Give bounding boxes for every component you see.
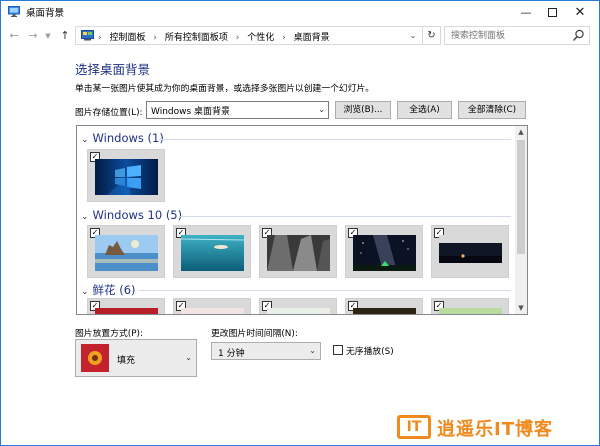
change-interval-value: 1 分钟: [218, 349, 245, 359]
back-button[interactable]: ←: [7, 28, 21, 44]
thumbnail-pink-flower[interactable]: ✓: [173, 298, 251, 314]
thumbnail-milky-way-tent[interactable]: ✓: [345, 225, 423, 278]
red-tulip-image: [353, 308, 416, 314]
collapse-chevron-icon: ⌄: [81, 135, 89, 145]
scroll-down-icon[interactable]: ▼: [515, 302, 527, 314]
breadcrumb-path: › 控制面板 › 所有控制面板项 › 个性化 › 桌面背景: [98, 30, 330, 43]
breadcrumb-separator-icon[interactable]: ›: [282, 33, 286, 43]
change-interval-label: 更改图片时间间隔(N):: [211, 329, 298, 339]
search-icon[interactable]: [572, 29, 585, 42]
gallery-scrollbar[interactable]: ▲ ▼: [515, 126, 527, 314]
close-button[interactable]: ✕: [565, 1, 595, 23]
address-bar: ← → ▼ ↑ › 控制面板 › 所有控制面板项 › 个性化 › 桌面背景 ⌄ …: [1, 23, 599, 49]
breadcrumb-item-personalization[interactable]: 个性化: [247, 33, 274, 43]
picture-location-value: Windows 桌面背景: [151, 107, 231, 117]
page-description: 单击某一张图片使其成为你的桌面背景，或选择多张图片以创建一个幻灯片。: [75, 84, 375, 94]
thumbnail-night-horizon[interactable]: ✓: [431, 225, 509, 278]
thumbnail-beach-rocks[interactable]: ✓: [87, 225, 165, 278]
thumbnail-green-flower[interactable]: ✓: [431, 298, 509, 314]
forward-button[interactable]: →: [26, 28, 40, 44]
control-panel-icon: [81, 30, 94, 41]
maximize-button[interactable]: [537, 1, 567, 23]
thumbnail-underwater-swimmer[interactable]: ✓: [173, 225, 251, 278]
picture-location-label: 图片存储位置(L):: [75, 108, 143, 118]
breadcrumb-item-control-panel[interactable]: 控制面板: [109, 33, 145, 43]
watermark-text: 逍遥乐IT博客: [437, 419, 553, 440]
title-bar: 桌面背景 — ✕: [1, 1, 599, 23]
picture-location-select[interactable]: Windows 桌面背景 ⌄: [146, 101, 329, 119]
pink-flower-image: [181, 308, 244, 314]
group-divider: [139, 290, 511, 291]
forward-arrow-icon: →: [28, 29, 38, 42]
underwater-swimmer-image: [181, 235, 244, 271]
group-label: 鲜花 (6): [92, 283, 136, 297]
white-flower-image: [267, 308, 330, 314]
breadcrumb-separator-icon[interactable]: ›: [153, 33, 157, 43]
group-divider: [159, 139, 511, 140]
refresh-button[interactable]: ↻: [422, 27, 440, 44]
fill-preview-image: [81, 344, 109, 372]
breadcrumb-item-desktop-background[interactable]: 桌面背景: [294, 33, 330, 43]
back-arrow-icon: ←: [9, 29, 19, 42]
group-label: Windows (1): [92, 131, 164, 145]
beach-rocks-image: [95, 235, 158, 271]
blog-watermark: IT 逍遥乐IT博客: [397, 413, 593, 441]
windows-logo-image: [95, 159, 158, 195]
browse-button[interactable]: 浏览(B)...: [335, 101, 391, 119]
breadcrumb: › 控制面板 › 所有控制面板项 › 个性化 › 桌面背景 ⌄ ↻: [75, 26, 441, 45]
thumbnail-red-tulip[interactable]: ✓: [345, 298, 423, 314]
collapse-chevron-icon: ⌄: [81, 212, 89, 222]
up-arrow-icon: ↑: [60, 29, 70, 42]
shuffle-label[interactable]: 无序播放(S): [346, 344, 394, 357]
breadcrumb-item-all-items[interactable]: 所有控制面板项: [165, 33, 228, 43]
picture-position-select[interactable]: 填充 ⌄: [75, 339, 197, 377]
refresh-icon: ↻: [427, 30, 436, 41]
chevron-down-icon: ⌄: [185, 353, 192, 362]
recent-locations-button[interactable]: ▼: [41, 28, 55, 44]
search-input[interactable]: [451, 29, 569, 43]
search-box: [444, 26, 590, 45]
rock-cliff-image: [267, 235, 330, 271]
change-interval-select[interactable]: 1 分钟 ⌄: [211, 342, 321, 360]
breadcrumb-separator-icon: ›: [98, 33, 102, 43]
scroll-up-icon[interactable]: ▲: [515, 126, 527, 138]
maximize-icon: [547, 7, 557, 17]
night-horizon-image: [439, 235, 502, 271]
minimize-icon: —: [520, 5, 532, 19]
green-flower-image: [439, 308, 502, 314]
chevron-down-icon: ⌄: [409, 31, 417, 40]
page-title: 选择桌面背景: [75, 62, 151, 77]
up-button[interactable]: ↑: [58, 28, 72, 44]
thumbnail-windows-logo[interactable]: ✓: [87, 149, 165, 202]
group-header-windows[interactable]: ⌄ Windows (1): [81, 131, 164, 145]
chevron-down-icon: ⌄: [309, 346, 316, 355]
red-flower-image: [95, 308, 158, 314]
shuffle-checkbox[interactable]: [333, 345, 343, 355]
group-divider: [179, 216, 511, 217]
group-label: Windows 10 (5): [92, 208, 183, 222]
milky-way-tent-image: [353, 235, 416, 271]
select-all-button[interactable]: 全选(A): [397, 101, 452, 119]
scrollbar-thumb[interactable]: [517, 140, 525, 254]
close-icon: ✕: [574, 4, 586, 20]
watermark-logo: IT: [397, 415, 431, 439]
desktop-background-app-icon: [8, 6, 20, 17]
picture-position-value: 填充: [117, 356, 136, 366]
wallpaper-gallery[interactable]: ⌄ Windows (1) ✓ ⌄ Windows 10 (5) ✓ ✓ ✓ ✓…: [76, 125, 528, 315]
thumbnail-red-flower[interactable]: ✓: [87, 298, 165, 314]
breadcrumb-separator-icon[interactable]: ›: [236, 33, 240, 43]
collapse-chevron-icon: ⌄: [81, 287, 89, 297]
group-header-flowers[interactable]: ⌄ 鲜花 (6): [81, 282, 136, 298]
chevron-down-icon: ▼: [45, 32, 51, 40]
desktop-background-window: 桌面背景 — ✕ ← → ▼ ↑ › 控制面板 › 所有控制面板项 › 个性化 …: [0, 0, 600, 446]
chevron-down-icon: ⌄: [318, 105, 325, 114]
address-dropdown-button[interactable]: ⌄: [406, 27, 420, 44]
group-header-windows-10[interactable]: ⌄ Windows 10 (5): [81, 208, 182, 222]
thumbnail-white-flower[interactable]: ✓: [259, 298, 337, 314]
window-title: 桌面背景: [26, 8, 65, 19]
clear-all-button[interactable]: 全部清除(C): [458, 101, 526, 119]
thumbnail-rock-cliff[interactable]: ✓: [259, 225, 337, 278]
picture-position-label: 图片放置方式(P):: [75, 329, 143, 339]
